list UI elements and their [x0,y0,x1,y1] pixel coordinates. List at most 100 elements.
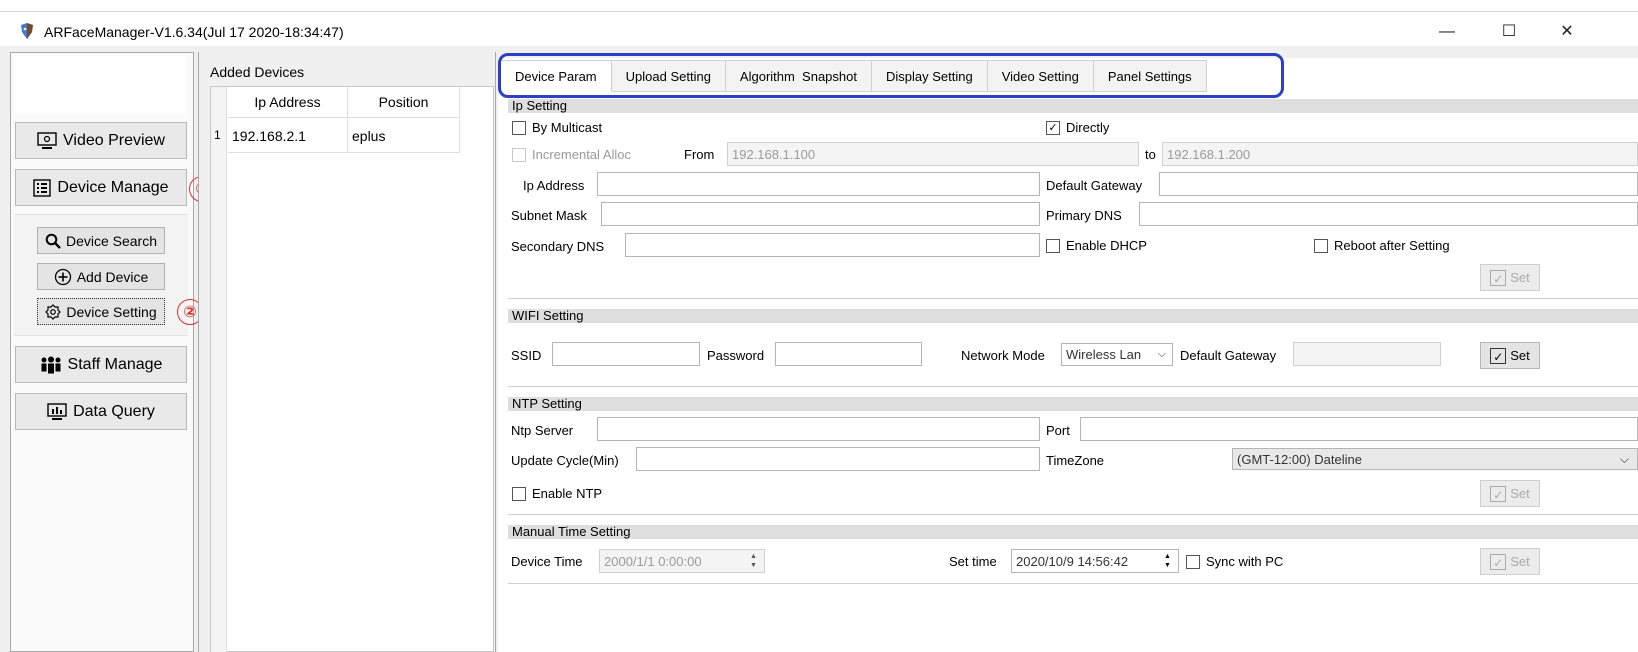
port-input[interactable] [1080,417,1638,441]
enable-ntp-label: Enable NTP [532,486,603,501]
check-icon: ✓ [1490,347,1507,364]
app-logo-icon [21,23,33,39]
from-ip-input[interactable]: 192.168.1.100 [727,142,1139,166]
people-icon [41,356,61,373]
table-row-ip[interactable]: 192.168.2.1 [228,119,348,153]
devices-table [210,86,494,652]
wifi-set-label: Set [1510,348,1530,363]
network-mode-value: Wireless Lan [1066,347,1142,362]
checkbox-box[interactable] [512,120,526,135]
device-time-label: Device Time [511,554,583,569]
check-icon: ✓ [1490,553,1507,570]
device-manage-button[interactable]: Device Manage [15,169,187,206]
ntp-set-button[interactable]: ✓ Set [1480,480,1540,507]
add-circle-icon [54,268,71,285]
ip-set-button[interactable]: ✓ Set [1480,264,1540,291]
maximize-button[interactable]: ☐ [1494,20,1524,44]
enable-dhcp-label: Enable DHCP [1066,238,1147,253]
sync-with-pc-checkbox[interactable]: Sync with PC [1186,554,1283,569]
primary-dns-label: Primary DNS [1046,208,1122,223]
wifi-default-gateway-input[interactable] [1293,342,1441,366]
time-set-button[interactable]: ✓ Set [1480,548,1540,575]
row-number-column [211,87,227,652]
by-multicast-label: By Multicast [532,120,603,135]
device-setting-button[interactable]: Device Setting [37,298,165,325]
to-ip-input[interactable]: 192.168.1.200 [1162,142,1638,166]
table-row-position[interactable]: eplus [348,119,460,153]
ssid-input[interactable] [552,342,700,366]
ntp-server-label: Ntp Server [511,423,574,438]
row-index: 1 [214,128,221,142]
enable-ntp-checkbox[interactable]: Enable NTP [512,486,602,501]
video-preview-button[interactable]: Video Preview [15,122,187,159]
incremental-alloc-checkbox[interactable]: Incremental Alloc [512,147,631,162]
device-time-input[interactable]: 2000/1/1 0:00:00 ▲ ▼ [599,549,765,573]
added-devices-title: Added Devices [210,64,305,80]
logo-area [14,56,186,114]
checkbox-box[interactable] [1046,238,1060,253]
checkbox-box[interactable] [1186,554,1200,569]
data-query-label: Data Query [73,402,155,420]
gear-icon [45,303,62,320]
ip-address-label: Ip Address [523,178,585,193]
primary-dns-input[interactable] [1139,202,1638,226]
column-header-position[interactable]: Position [348,87,460,118]
check-icon: ✓ [1490,269,1507,286]
ip-setting-header: Ip Setting [508,99,1638,113]
monitor-icon [37,131,57,149]
reboot-after-setting-label: Reboot after Setting [1334,238,1450,253]
staff-manage-label: Staff Manage [67,355,163,373]
manual-time-header: Manual Time Setting [508,525,1638,539]
timezone-label: TimeZone [1046,453,1105,468]
minimize-button[interactable]: — [1432,20,1462,44]
enable-dhcp-checkbox[interactable]: Enable DHCP [1046,238,1147,253]
password-label: Password [707,348,765,363]
update-cycle-input[interactable] [636,447,1040,471]
search-icon [45,233,61,249]
subnet-mask-input[interactable] [601,202,1040,226]
checked-checkbox-icon[interactable]: ✓ [1046,120,1060,135]
checkbox-box[interactable] [512,486,526,501]
device-manage-label: Device Manage [57,178,169,196]
update-cycle-label: Update Cycle(Min) [511,453,619,468]
checkbox-box[interactable] [1314,238,1328,253]
secondary-dns-input[interactable] [625,233,1040,257]
staff-manage-button[interactable]: Staff Manage [15,346,187,383]
wifi-default-gateway-label: Default Gateway [1180,348,1277,363]
ntp-set-label: Set [1510,486,1530,501]
divider [508,514,1638,515]
directly-label: Directly [1066,120,1110,135]
network-mode-select[interactable]: Wireless Lan ⌵ [1061,343,1173,366]
device-list-icon [33,178,52,197]
port-label: Port [1046,423,1070,438]
by-multicast-checkbox[interactable]: By Multicast [512,120,602,135]
set-time-label: Set time [949,554,997,569]
ip-set-label: Set [1510,270,1530,285]
ntp-server-input[interactable] [597,417,1040,441]
spinner-icon[interactable]: ▲ ▼ [1164,550,1176,572]
checkbox-box[interactable] [512,147,526,162]
chevron-down-icon: ⌵ [1157,348,1166,360]
to-label: to [1145,147,1156,162]
ip-address-input[interactable] [597,172,1040,196]
column-header-ip[interactable]: Ip Address [228,87,348,118]
check-icon: ✓ [1490,485,1507,502]
reboot-after-setting-checkbox[interactable]: Reboot after Setting [1314,238,1450,253]
from-label: From [684,147,715,162]
network-mode-label: Network Mode [961,348,1045,363]
timezone-select[interactable]: (GMT-12:00) Dateline ⌵ [1232,448,1638,470]
default-gateway-input[interactable] [1159,172,1638,196]
spinner-icon[interactable]: ▲ ▼ [750,550,762,572]
device-search-button[interactable]: Device Search [37,227,165,254]
default-gateway-label: Default Gateway [1046,178,1143,193]
top-strip [0,0,1638,12]
close-button[interactable]: ✕ [1552,20,1582,44]
data-query-button[interactable]: Data Query [15,393,187,430]
wifi-set-button[interactable]: ✓ Set [1480,342,1540,369]
set-time-input[interactable]: 2020/10/9 14:56:42 ▲ ▼ [1011,549,1179,573]
add-device-button[interactable]: Add Device [37,263,165,290]
password-input[interactable] [775,342,922,366]
window-title: ARFaceManager-V1.6.34(Jul 17 2020-18:34:… [44,24,344,40]
wifi-setting-header: WIFI Setting [508,309,1638,323]
directly-checkbox[interactable]: ✓ Directly [1046,120,1109,135]
